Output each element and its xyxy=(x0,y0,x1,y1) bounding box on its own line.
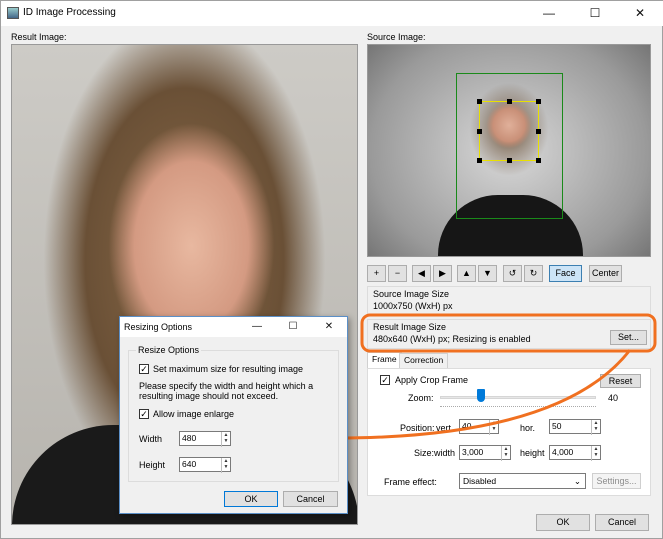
resize-options-title: Resize Options xyxy=(136,345,202,355)
allow-enlarge-label: Allow image enlarge xyxy=(153,409,235,419)
dialog-cancel-button[interactable]: Cancel xyxy=(283,491,338,507)
dialog-width-spinner[interactable]: ▲ ▼ xyxy=(221,432,230,447)
set-max-size-checkbox[interactable]: ✓ xyxy=(139,364,149,374)
result-size-highlight xyxy=(360,313,657,353)
dialog-height-label: Height xyxy=(139,460,166,470)
dialog-minimize-button[interactable]: — xyxy=(239,317,275,337)
dialog-width-input[interactable]: 480 ▲ ▼ xyxy=(179,431,231,447)
dialog-width-value: 480 xyxy=(182,433,197,443)
set-max-size-label: Set maximum size for resulting image xyxy=(153,364,304,374)
dialog-title: Resizing Options xyxy=(124,322,193,332)
dialog-description: Please specify the width and height whic… xyxy=(139,381,314,401)
dialog-height-spinner[interactable]: ▲ ▼ xyxy=(221,458,230,473)
dialog-maximize-button[interactable]: ☐ xyxy=(275,317,311,337)
dialog-height-value: 640 xyxy=(182,459,197,469)
allow-enlarge-checkbox[interactable]: ✓ xyxy=(139,409,149,419)
resize-options-group: Resize Options ✓ Set maximum size for re… xyxy=(128,345,339,482)
dialog-height-input[interactable]: 640 ▲ ▼ xyxy=(179,457,231,473)
dialog-close-button[interactable]: ✕ xyxy=(311,317,347,337)
dialog-ok-button[interactable]: OK xyxy=(224,491,278,507)
dialog-width-label: Width xyxy=(139,434,163,444)
resizing-options-dialog: Resizing Options — ☐ ✕ Resize Options ✓ … xyxy=(119,316,348,514)
dialog-title-bar: Resizing Options — ☐ ✕ xyxy=(120,317,347,337)
callout-arrow xyxy=(324,349,632,440)
